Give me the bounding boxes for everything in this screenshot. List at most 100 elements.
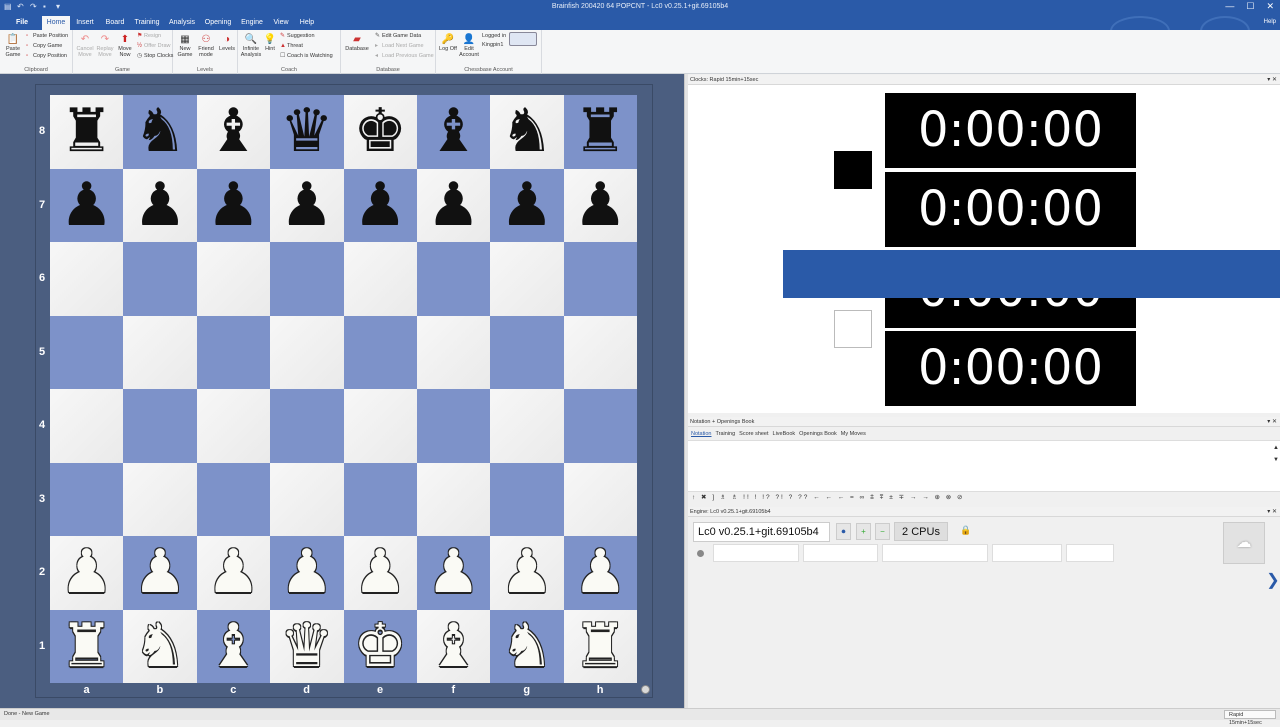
- square-a3[interactable]: [50, 462, 124, 536]
- square-f3[interactable]: [416, 462, 491, 536]
- tab-my-moves[interactable]: My Moves: [841, 429, 866, 439]
- square-e8[interactable]: ♚: [343, 95, 417, 169]
- black-pawn-icon[interactable]: ♟: [270, 169, 343, 243]
- black-bishop-icon[interactable]: ♝: [417, 95, 490, 169]
- square-d1[interactable]: ♛: [270, 609, 344, 684]
- edit-game-data-button[interactable]: ✎ Edit Game Data: [375, 33, 421, 40]
- board-settings-icon[interactable]: [641, 685, 650, 694]
- close-button[interactable]: ✕: [1266, 1, 1274, 12]
- black-queen-icon[interactable]: ♛: [270, 95, 343, 169]
- square-g3[interactable]: [490, 462, 564, 536]
- square-g6[interactable]: [490, 242, 564, 316]
- square-c2[interactable]: ♟: [196, 536, 271, 610]
- square-c5[interactable]: [196, 315, 271, 389]
- square-h3[interactable]: [563, 462, 637, 536]
- square-d8[interactable]: ♛: [270, 95, 344, 169]
- offer-draw-button[interactable]: ½ Offer Draw: [137, 43, 171, 50]
- square-b4[interactable]: [123, 389, 197, 463]
- white-pawn-icon[interactable]: ♟: [50, 536, 123, 610]
- square-d3[interactable]: [270, 462, 344, 536]
- square-b1[interactable]: ♞: [123, 609, 197, 684]
- tab-training[interactable]: Training: [134, 16, 160, 30]
- tab-view[interactable]: View: [271, 16, 291, 30]
- square-f1[interactable]: ♝: [416, 609, 491, 683]
- square-e1[interactable]: ♚: [343, 609, 417, 683]
- square-f8[interactable]: ♝: [416, 95, 491, 169]
- notation-area[interactable]: [688, 440, 1280, 492]
- square-h2[interactable]: ♟: [563, 536, 637, 610]
- tab-analysis[interactable]: Analysis: [168, 16, 196, 30]
- black-pawn-icon[interactable]: ♟: [490, 169, 563, 243]
- white-pawn-icon[interactable]: ♟: [417, 536, 490, 610]
- white-pawn-icon[interactable]: ♟: [123, 536, 196, 610]
- square-f4[interactable]: [416, 389, 491, 463]
- tab-insert[interactable]: Insert: [74, 16, 96, 30]
- database-button[interactable]: ▰ Database: [343, 34, 371, 52]
- white-pawn-icon[interactable]: ♟: [490, 536, 563, 610]
- white-rook-icon[interactable]: ♜: [50, 610, 123, 684]
- square-a7[interactable]: ♟: [50, 168, 124, 243]
- square-g7[interactable]: ♟: [490, 168, 564, 243]
- coach-watching-checkbox[interactable]: ☐ Coach is Watching: [280, 53, 333, 60]
- engine-name-field[interactable]: Lc0 v0.25.1+git.69105b4: [693, 522, 830, 542]
- black-pawn-icon[interactable]: ♟: [197, 169, 270, 243]
- square-g1[interactable]: ♞: [490, 609, 564, 683]
- help-link[interactable]: Help: [1264, 19, 1276, 25]
- square-a1[interactable]: ♜: [50, 609, 124, 684]
- expand-panel-icon[interactable]: ❯: [1266, 568, 1280, 594]
- tab-openings-book[interactable]: Openings Book: [799, 429, 837, 439]
- square-c3[interactable]: [196, 462, 271, 536]
- square-f5[interactable]: [416, 315, 491, 389]
- square-h7[interactable]: ♟: [563, 168, 637, 242]
- square-a6[interactable]: [50, 242, 124, 316]
- square-h4[interactable]: [563, 389, 637, 463]
- black-knight-icon[interactable]: ♞: [490, 95, 563, 169]
- square-h5[interactable]: [563, 315, 637, 389]
- square-d4[interactable]: [270, 389, 344, 463]
- black-knight-icon[interactable]: ♞: [123, 95, 196, 169]
- square-h6[interactable]: [563, 242, 637, 316]
- black-king-icon[interactable]: ♚: [344, 95, 417, 169]
- copy-game-button[interactable]: ▫ Copy Game: [26, 43, 62, 50]
- square-e3[interactable]: [343, 462, 417, 536]
- tab-training[interactable]: Training: [716, 429, 736, 439]
- remove-line-icon[interactable]: −: [875, 523, 890, 540]
- white-knight-icon[interactable]: ♞: [123, 610, 196, 684]
- replay-move-button[interactable]: ↷ Replay Move: [95, 34, 115, 58]
- square-e6[interactable]: [343, 242, 417, 316]
- square-a5[interactable]: [50, 315, 124, 389]
- square-b8[interactable]: ♞: [123, 95, 197, 169]
- move-now-button[interactable]: ⬆ Move Now: [115, 34, 135, 58]
- black-pawn-icon[interactable]: ♟: [344, 169, 417, 243]
- hint-button[interactable]: 💡 Hint: [263, 34, 277, 52]
- notation-scroll-icons[interactable]: ▲ ▼: [1273, 442, 1279, 466]
- white-bishop-icon[interactable]: ♝: [197, 610, 270, 684]
- black-pawn-icon[interactable]: ♟: [417, 169, 490, 243]
- black-pawn-icon[interactable]: ♟: [123, 169, 196, 243]
- tab-file[interactable]: File: [8, 16, 36, 30]
- square-e2[interactable]: ♟: [343, 536, 417, 610]
- clocks-close-icon[interactable]: ▾ ✕: [1267, 75, 1277, 85]
- black-rook-icon[interactable]: ♜: [50, 95, 123, 169]
- square-g2[interactable]: ♟: [490, 536, 564, 610]
- paste-position-button[interactable]: ▫ Paste Position: [26, 33, 68, 40]
- paste-game-button[interactable]: 📋 Paste Game: [3, 34, 23, 58]
- threat-button[interactable]: ▲Threat: [280, 43, 303, 50]
- square-b2[interactable]: ♟: [123, 536, 197, 610]
- square-g5[interactable]: [490, 315, 564, 389]
- white-queen-icon[interactable]: ♛: [270, 610, 343, 684]
- square-d5[interactable]: [270, 315, 344, 389]
- load-previous-game-button[interactable]: ◂ Load Previous Game: [375, 53, 434, 60]
- tab-notation[interactable]: Notation: [691, 429, 712, 439]
- engine-start-icon[interactable]: ⏺: [836, 523, 851, 540]
- square-d7[interactable]: ♟: [270, 168, 344, 243]
- black-pawn-icon[interactable]: ♟: [50, 169, 123, 243]
- edit-account-button[interactable]: 👤 Edit Account: [457, 34, 481, 58]
- square-b7[interactable]: ♟: [123, 168, 197, 243]
- lock-icon[interactable]: 🔒: [960, 525, 971, 536]
- cpu-count-button[interactable]: 2 CPUs: [894, 522, 948, 541]
- square-b3[interactable]: [123, 462, 197, 536]
- log-off-button[interactable]: 🔑 Log Off: [439, 34, 457, 52]
- tab-score-sheet[interactable]: Score sheet: [739, 429, 768, 439]
- white-pawn-icon[interactable]: ♟: [270, 536, 343, 610]
